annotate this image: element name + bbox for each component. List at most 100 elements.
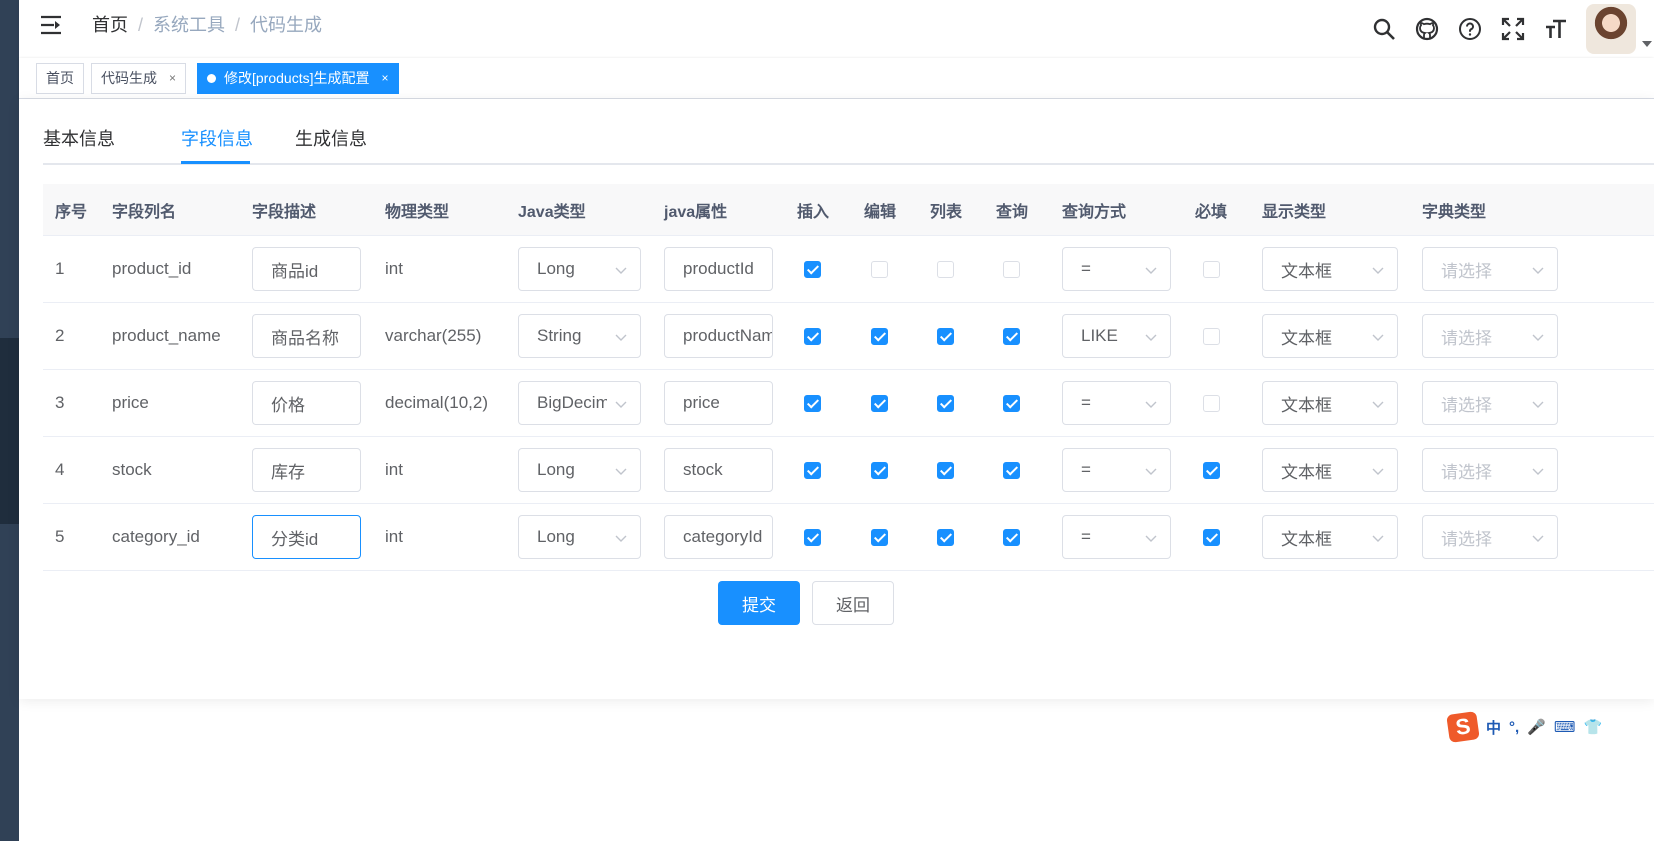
insert-checkbox[interactable] [804, 327, 821, 345]
chevron-down-icon [1145, 535, 1157, 542]
edit-checkbox[interactable] [871, 394, 888, 412]
field-desc-input[interactable]: 商品id [252, 247, 361, 291]
html-type-select[interactable]: 文本框 [1262, 381, 1398, 425]
java-field-input[interactable]: stock [664, 448, 773, 492]
java-field-input[interactable]: price [664, 381, 773, 425]
java-type-select[interactable]: Long [518, 448, 641, 492]
java-type-select[interactable]: Long [518, 515, 641, 559]
insert-checkbox[interactable] [804, 528, 821, 546]
list-checkbox[interactable] [937, 394, 954, 412]
breadcrumb-system-tools: 系统工具 [153, 15, 226, 35]
chevron-down-icon [1532, 468, 1544, 475]
insert-checkbox[interactable] [804, 394, 821, 412]
field-desc-input[interactable]: 库存 [252, 448, 361, 492]
html-type-select[interactable]: 文本框 [1262, 247, 1398, 291]
query-checkbox[interactable] [1003, 528, 1020, 546]
list-checkbox[interactable] [937, 260, 954, 278]
tag-code-gen[interactable]: 代码生成 × [91, 63, 187, 94]
microphone-icon[interactable]: 🎤 [1527, 718, 1546, 736]
html-type-select[interactable]: 文本框 [1262, 515, 1398, 559]
close-icon[interactable]: × [169, 64, 176, 93]
ime-punctuation[interactable]: °, [1509, 719, 1519, 736]
tag-label: 修改[products]生成配置 [224, 70, 370, 86]
dict-type-select[interactable]: 请选择 [1422, 314, 1558, 358]
tab-active-bar [181, 161, 250, 164]
submit-button[interactable]: 提交 [718, 581, 800, 625]
search-icon[interactable] [1371, 16, 1397, 42]
html-type-select[interactable]: 文本框 [1262, 314, 1398, 358]
java-field-input[interactable]: productId [664, 247, 773, 291]
required-checkbox[interactable] [1203, 461, 1220, 479]
java-field-input[interactable]: categoryId [664, 515, 773, 559]
java-type-select[interactable]: Long [518, 247, 641, 291]
column-name: price [112, 393, 149, 412]
list-checkbox[interactable] [937, 327, 954, 345]
html-type-value: 文本框 [1281, 328, 1332, 348]
java-type-select[interactable]: BigDecimal [518, 381, 641, 425]
question-icon[interactable] [1457, 16, 1483, 42]
query-type-select[interactable]: = [1062, 515, 1171, 559]
skin-icon[interactable]: 👕 [1584, 718, 1603, 736]
query-type-select[interactable]: = [1062, 381, 1171, 425]
column-name: product_name [112, 326, 221, 345]
required-checkbox[interactable] [1203, 327, 1220, 345]
chevron-down-icon [615, 267, 627, 274]
html-type-select[interactable]: 文本框 [1262, 448, 1398, 492]
edit-checkbox[interactable] [871, 327, 888, 345]
edit-checkbox[interactable] [871, 461, 888, 479]
query-type-select[interactable]: LIKE [1062, 314, 1171, 358]
required-checkbox[interactable] [1203, 394, 1220, 412]
tag-home[interactable]: 首页 [36, 63, 84, 94]
dict-type-select[interactable]: 请选择 [1422, 247, 1558, 291]
breadcrumb-home[interactable]: 首页 [92, 14, 128, 36]
tab-gen-info[interactable]: 生成信息 [295, 127, 367, 151]
query-checkbox[interactable] [1003, 260, 1020, 278]
query-checkbox[interactable] [1003, 461, 1020, 479]
dict-type-select[interactable]: 请选择 [1422, 381, 1558, 425]
tab-field-info[interactable]: 字段信息 [181, 127, 253, 151]
java-type-value: BigDecimal [537, 393, 607, 412]
back-button[interactable]: 返回 [812, 581, 894, 625]
html-type-value: 文本框 [1281, 395, 1332, 415]
edit-checkbox[interactable] [871, 528, 888, 546]
header-cell: java属性 [664, 203, 728, 221]
field-desc-input[interactable]: 商品名称 [252, 314, 361, 358]
query-type-select[interactable]: = [1062, 448, 1171, 492]
query-checkbox[interactable] [1003, 394, 1020, 412]
font-size-icon[interactable] [1543, 16, 1569, 42]
tag-edit-products[interactable]: 修改[products]生成配置 × [197, 63, 399, 94]
header-cell: 显示类型 [1262, 203, 1327, 221]
java-type-select[interactable]: String [518, 314, 641, 358]
dict-type-placeholder: 请选择 [1441, 462, 1492, 482]
edit-checkbox[interactable] [871, 260, 888, 278]
github-icon[interactable] [1414, 16, 1440, 42]
caret-down-icon[interactable] [1642, 41, 1652, 47]
list-checkbox[interactable] [937, 461, 954, 479]
sogou-logo[interactable]: S [1446, 711, 1480, 743]
required-checkbox[interactable] [1203, 528, 1220, 546]
table-row: 1 product_id 商品id int Long productId = 文本框 请选择 [43, 236, 1654, 303]
dict-type-select[interactable]: 请选择 [1422, 448, 1558, 492]
chevron-down-icon [1372, 267, 1384, 274]
query-type-select[interactable]: = [1062, 247, 1171, 291]
close-icon[interactable]: × [381, 64, 388, 93]
avatar[interactable] [1586, 4, 1636, 54]
java-field-input[interactable]: productName [664, 314, 773, 358]
query-checkbox[interactable] [1003, 327, 1020, 345]
list-checkbox[interactable] [937, 528, 954, 546]
dict-type-placeholder: 请选择 [1441, 395, 1492, 415]
insert-checkbox[interactable] [804, 461, 821, 479]
breadcrumb-separator: / [138, 15, 144, 35]
field-desc-input[interactable]: 价格 [252, 381, 361, 425]
keyboard-icon[interactable]: ⌨ [1554, 718, 1576, 736]
field-desc-input[interactable]: 分类id [252, 515, 361, 559]
hamburger-icon[interactable] [40, 15, 62, 35]
dict-type-select[interactable]: 请选择 [1422, 515, 1558, 559]
tab-basic-info[interactable]: 基本信息 [43, 127, 115, 151]
required-checkbox[interactable] [1203, 260, 1220, 278]
insert-checkbox[interactable] [804, 260, 821, 278]
java-type-value: Long [537, 259, 575, 278]
fullscreen-icon[interactable] [1500, 16, 1526, 42]
ime-chinese-mode[interactable]: 中 [1486, 717, 1501, 738]
java-type-value: Long [537, 460, 575, 479]
